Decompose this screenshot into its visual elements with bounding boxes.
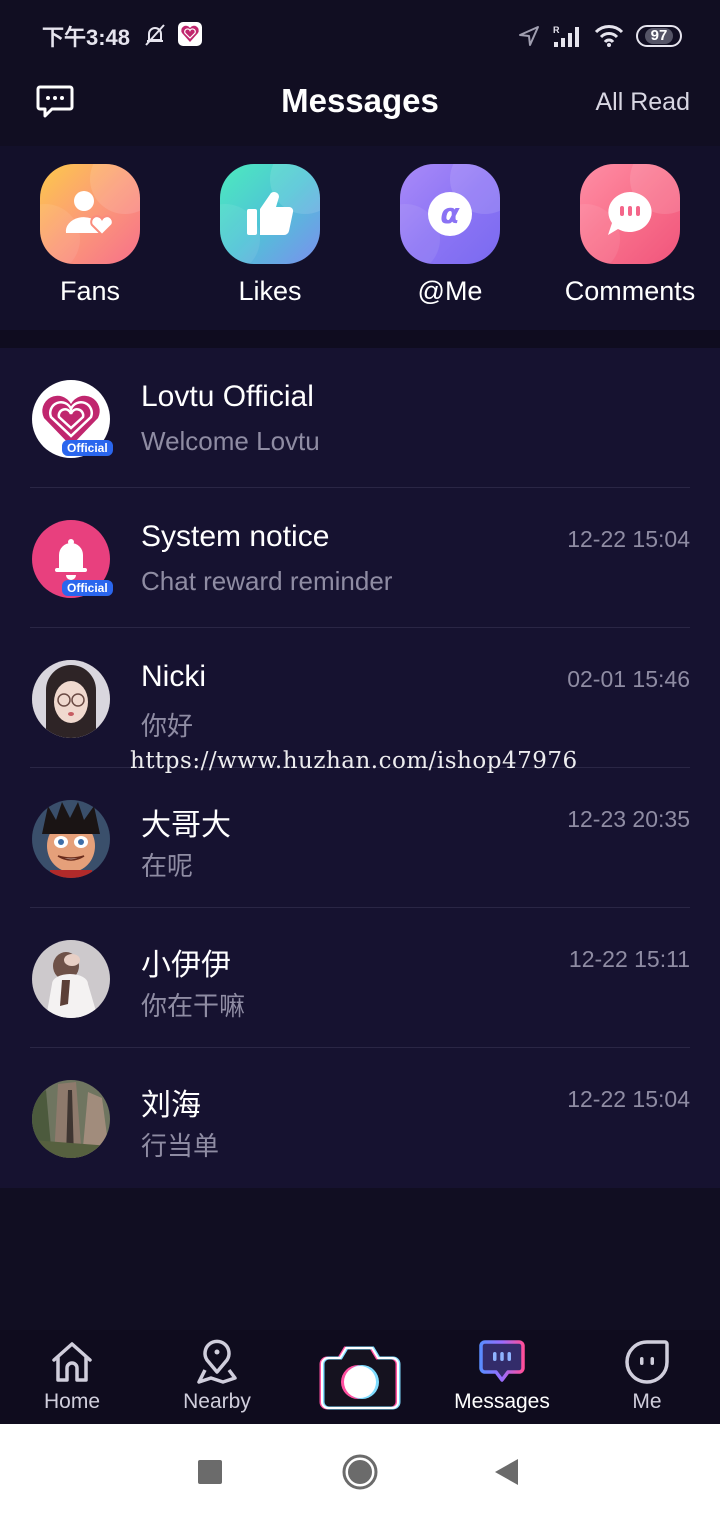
quick-action-likes[interactable]: Likes [180, 164, 360, 307]
quick-action-label: Comments [564, 276, 696, 306]
conversation-preview: Chat reward reminder [141, 566, 393, 596]
user-photo-avatar [32, 940, 110, 1018]
comments-icon-tile [580, 164, 680, 264]
avatar [32, 940, 110, 1018]
quick-actions: Fans Likes α @Me Comments [0, 146, 720, 330]
signal-roaming-icon: R [553, 25, 579, 47]
quick-action-label: @Me [417, 276, 483, 306]
user-photo-avatar [32, 660, 110, 738]
conversation-time: 12-22 15:11 [568, 946, 690, 972]
system-nav-bar [0, 1424, 720, 1520]
conversation-preview: 你在干嘛 [141, 991, 246, 1021]
avatar [32, 1080, 110, 1158]
conversation-row-dagedA[interactable]: 大哥大 在呢 12-23 20:35 [0, 768, 720, 908]
conversation-row-system-notice[interactable]: Official System notice Chat reward remin… [0, 488, 720, 628]
recents-button-icon[interactable] [198, 1448, 222, 1496]
at-me-icon-tile: α [400, 164, 500, 264]
tab-label: Home [43, 1390, 101, 1413]
tab-nearby[interactable]: Nearby [145, 1338, 289, 1414]
avatar [32, 660, 110, 738]
conversation-row-liuhai[interactable]: 刘海 行当单 12-22 15:04 [0, 1048, 720, 1188]
bell-icon [55, 539, 87, 580]
wifi-icon [594, 25, 624, 47]
me-face-icon [625, 1340, 669, 1384]
fans-heart-user-icon [65, 191, 114, 237]
landscape-photo-avatar [32, 1080, 110, 1158]
quick-action-at-me[interactable]: α @Me [360, 164, 540, 307]
conversation-name: 刘海 [141, 1089, 201, 1122]
comment-bubble-icon [608, 192, 652, 235]
tab-label: Me [632, 1390, 662, 1413]
conversation-preview: 在呢 [141, 851, 194, 881]
conversation-name: 小伊伊 [141, 949, 231, 982]
conversation-time: 12-22 15:04 [567, 526, 690, 552]
all-read-button[interactable]: All Read [596, 88, 691, 117]
official-badge: Official [62, 580, 113, 596]
at-sign-icon: α [428, 192, 472, 236]
section-divider [0, 330, 720, 348]
fans-icon-tile [40, 164, 140, 264]
bottom-tab-bar: Home Nearby Messages Me [0, 1330, 720, 1424]
conversation-name: System notice [141, 520, 330, 553]
header: Messages All Read [0, 70, 720, 142]
lovtu-app-icon [178, 22, 202, 46]
tab-label: Messages [454, 1390, 550, 1413]
quick-action-comments[interactable]: Comments [540, 164, 720, 307]
official-badge: Official [62, 440, 113, 456]
battery-level: 97 [644, 28, 674, 44]
conversation-row-xiaoyiyi[interactable]: 小伊伊 你在干嘛 12-22 15:11 [0, 908, 720, 1048]
conversation-name: 大哥大 [141, 809, 231, 842]
location-pin-icon [197, 1339, 237, 1384]
watermark-text: https://www.huzhan.com/ishop47976 [130, 748, 578, 774]
svg-text:α: α [440, 197, 460, 230]
tab-label: Nearby [183, 1390, 251, 1413]
likes-icon-tile [220, 164, 320, 264]
cartoon-avatar [32, 800, 110, 878]
conversation-row-nicki[interactable]: Nicki 你好 02-01 15:46 [0, 628, 720, 768]
conversation-time: 12-22 15:04 [567, 1086, 690, 1112]
mute-bell-icon [145, 24, 165, 46]
battery-icon: 97 [636, 25, 682, 47]
svg-text:R: R [553, 25, 560, 35]
status-time: 下午3:48 [42, 25, 131, 50]
tab-home[interactable]: Home [0, 1338, 144, 1414]
back-button-icon[interactable] [494, 1448, 518, 1496]
home-icon [52, 1342, 92, 1382]
tab-messages[interactable]: Messages [430, 1338, 574, 1414]
conversation-time: 12-23 20:35 [567, 806, 690, 832]
conversation-time: 02-01 15:46 [567, 666, 690, 692]
quick-action-label: Fans [59, 276, 121, 306]
camera-icon[interactable] [316, 1342, 404, 1412]
tab-me[interactable]: Me [575, 1338, 719, 1414]
conversation-preview: 行当单 [141, 1131, 220, 1161]
home-button-icon[interactable] [341, 1448, 379, 1496]
avatar [32, 800, 110, 878]
location-icon [519, 26, 539, 46]
quick-action-label: Likes [238, 276, 302, 306]
conversation-preview: Welcome Lovtu [141, 426, 320, 456]
messages-icon [479, 1340, 525, 1382]
status-bar: 下午3:48 R 97 [0, 0, 720, 70]
conversation-row-lovtu-official[interactable]: Official Lovtu Official Welcome Lovtu [0, 348, 720, 488]
conversation-name: Lovtu Official [141, 380, 314, 413]
thumbs-up-icon [247, 192, 294, 236]
conversation-preview: 你好 [141, 711, 194, 741]
conversation-name: Nicki [141, 660, 206, 693]
quick-action-fans[interactable]: Fans [0, 164, 180, 307]
